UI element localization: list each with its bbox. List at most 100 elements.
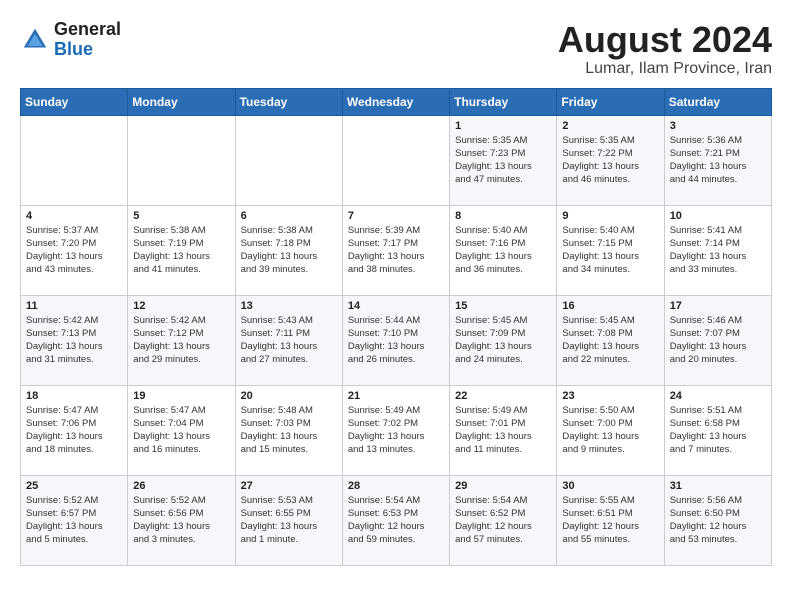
- day-number: 24: [670, 390, 766, 402]
- day-number: 14: [348, 300, 444, 312]
- cell-info-line: Sunrise: 5:53 AM: [241, 495, 313, 506]
- cell-info-line: Sunset: 7:11 PM: [241, 328, 311, 339]
- cell-info-line: Daylight: 13 hours: [455, 431, 532, 442]
- cell-info: Sunrise: 5:40 AMSunset: 7:16 PMDaylight:…: [455, 224, 551, 277]
- cell-info: Sunrise: 5:56 AMSunset: 6:50 PMDaylight:…: [670, 494, 766, 547]
- calendar-cell: 31 Sunrise: 5:56 AMSunset: 6:50 PMDayligh…: [664, 475, 771, 565]
- cell-info-line: Sunset: 7:01 PM: [455, 418, 525, 429]
- cell-info-line: Daylight: 13 hours: [26, 341, 103, 352]
- calendar-cell: 27Sunrise: 5:53 AMSunset: 6:55 PMDayligh…: [235, 475, 342, 565]
- calendar-cell: 23 Sunrise: 5:50 AMSunset: 7:00 PMDayligh…: [557, 385, 664, 475]
- page-header: General Blue August 2024 Lumar, Ilam Pro…: [20, 20, 772, 78]
- day-number: 25: [26, 480, 122, 492]
- day-number: 3: [670, 120, 766, 132]
- cell-info: Sunrise: 5:53 AMSunset: 6:55 PMDaylight:…: [241, 494, 337, 547]
- cell-info-line: and 43 minutes.: [26, 264, 94, 275]
- cell-info: Sunrise: 5:46 AMSunset: 7:07 PMDaylight:…: [670, 314, 766, 367]
- cell-info-line: Sunrise: 5:50 AM: [562, 405, 634, 416]
- calendar-week-2: 4Sunrise: 5:37 AMSunset: 7:20 PMDaylight…: [21, 205, 772, 295]
- cell-info-line: Sunrise: 5:47 AM: [133, 405, 205, 416]
- weekday-header-thursday: Thursday: [450, 88, 557, 115]
- calendar-cell: 9Sunrise: 5:40 AMSunset: 7:15 PMDaylight…: [557, 205, 664, 295]
- day-number: 13: [241, 300, 337, 312]
- cell-info: Sunrise: 5:52 AMSunset: 6:57 PMDaylight:…: [26, 494, 122, 547]
- weekday-header-tuesday: Tuesday: [235, 88, 342, 115]
- calendar-cell: 22 Sunrise: 5:49 AM Sunset: 7:01 PM Dayligh…: [450, 385, 557, 475]
- cell-info: Sunrise: 5:38 AMSunset: 7:19 PMDaylight:…: [133, 224, 229, 277]
- cell-info-line: Daylight: 13 hours: [562, 251, 639, 262]
- cell-info-line: Sunset: 7:12 PM: [133, 328, 203, 339]
- calendar-week-3: 11Sunrise: 5:42 AMSunset: 7:13 PMDayligh…: [21, 295, 772, 385]
- cell-info: Sunrise: 5:52 AMSunset: 6:56 PMDaylight:…: [133, 494, 229, 547]
- location-subtitle: Lumar, Ilam Province, Iran: [558, 60, 772, 78]
- calendar-week-4: 18Sunrise: 5:47 AMSunset: 7:06 PMDayligh…: [21, 385, 772, 475]
- cell-info-line: and 1 minute.: [241, 534, 299, 545]
- cell-info-line: Sunrise: 5:40 AM: [455, 225, 527, 236]
- calendar-cell: 7Sunrise: 5:39 AMSunset: 7:17 PMDaylight…: [342, 205, 449, 295]
- cell-info: Sunrise: 5:54 AMSunset: 6:52 PMDaylight:…: [455, 494, 551, 547]
- cell-info-line: Daylight: 13 hours: [348, 341, 425, 352]
- cell-info-line: Sunset: 7:03 PM: [241, 418, 311, 429]
- day-number: 31: [670, 480, 766, 492]
- cell-info-line: Sunrise: 5:52 AM: [26, 495, 98, 506]
- cell-info-line: Sunrise: 5:35 AM: [455, 135, 527, 146]
- cell-info: Sunrise: 5:42 AM Sunset: 7:12 PM Daylight:…: [133, 314, 229, 367]
- cell-info-line: Sunset: 6:57 PM: [26, 508, 96, 519]
- day-number: 16: [562, 300, 658, 312]
- day-number: 18: [26, 390, 122, 402]
- cell-info-line: and 59 minutes.: [348, 534, 416, 545]
- day-number: 22: [455, 390, 551, 402]
- cell-info-line: Sunrise: 5:39 AM: [348, 225, 420, 236]
- cell-info-line: and 27 minutes.: [241, 354, 309, 365]
- calendar-cell: [235, 115, 342, 205]
- day-number: 5: [133, 210, 229, 222]
- weekday-header-row: SundayMondayTuesdayWednesdayThursdayFrid…: [21, 88, 772, 115]
- cell-info: Sunrise: 5:45 AMSunset: 7:08 PMDaylight:…: [562, 314, 658, 367]
- calendar-cell: 24Sunrise: 5:51 AMSunset: 6:58 PMDayligh…: [664, 385, 771, 475]
- cell-info-line: Sunrise: 5:37 AM: [26, 225, 98, 236]
- cell-info-line: Daylight: 13 hours: [455, 161, 532, 172]
- cell-info-line: Sunrise: 5:48 AM: [241, 405, 313, 416]
- cell-info-line: Daylight: 13 hours: [670, 341, 747, 352]
- day-number: 8: [455, 210, 551, 222]
- cell-info: Sunrise: 5:50 AMSunset: 7:00 PMDaylight:…: [562, 404, 658, 457]
- calendar-week-5: 25 Sunrise: 5:52 AM Sunset: 6:57 PM Dayligh…: [21, 475, 772, 565]
- day-number: 21: [348, 390, 444, 402]
- cell-info: Sunrise: 5:54 AMSunset: 6:53 PMDaylight:…: [348, 494, 444, 547]
- calendar-cell: 18 Sunrise: 5:47 AMSunset: 7:06 PMDayligh…: [21, 385, 128, 475]
- cell-info-line: Sunset: 6:55 PM: [241, 508, 311, 519]
- cell-info: Sunrise: 5:38 AMSunset: 7:18 PMDaylight:…: [241, 224, 337, 277]
- cell-info-line: Sunrise: 5:49 AM: [455, 405, 527, 416]
- cell-info-line: Daylight: 13 hours: [133, 431, 210, 442]
- cell-info-line: Sunrise: 5:54 AM: [455, 495, 527, 506]
- calendar-cell: 10Sunrise: 5:41 AMSunset: 7:14 PMDayligh…: [664, 205, 771, 295]
- cell-info: Sunrise: 5:47 AMSunset: 7:06 PMDaylight:…: [26, 404, 122, 457]
- cell-info-line: Sunset: 7:06 PM: [26, 418, 96, 429]
- cell-info-line: Sunrise: 5:35 AM: [562, 135, 634, 146]
- cell-info-line: and 36 minutes.: [455, 264, 523, 275]
- cell-info-line: and 55 minutes.: [562, 534, 630, 545]
- cell-info-line: Sunset: 7:20 PM: [26, 238, 96, 249]
- cell-info-line: Sunset: 6:51 PM: [562, 508, 632, 519]
- day-number: 30: [562, 480, 658, 492]
- cell-info-line: Sunrise: 5:56 AM: [670, 495, 742, 506]
- day-number: 15: [455, 300, 551, 312]
- cell-info-line: and 18 minutes.: [26, 444, 94, 455]
- cell-info-line: Daylight: 12 hours: [455, 521, 532, 532]
- cell-info-line: Sunset: 7:08 PM: [562, 328, 632, 339]
- calendar-cell: 8 Sunrise: 5:40 AMSunset: 7:16 PMDaylight…: [450, 205, 557, 295]
- cell-info-line: Daylight: 13 hours: [133, 341, 210, 352]
- cell-info-line: Sunrise: 5:52 AM: [133, 495, 205, 506]
- day-number: 23: [562, 390, 658, 402]
- cell-info-line: Daylight: 13 hours: [348, 251, 425, 262]
- cell-info: Sunrise: 5:55 AMSunset: 6:51 PMDaylight:…: [562, 494, 658, 547]
- cell-info-line: and 41 minutes.: [133, 264, 201, 275]
- calendar-week-1: 1Sunrise: 5:35 AMSunset: 7:23 PMDaylight…: [21, 115, 772, 205]
- cell-info-line: Sunset: 7:19 PM: [133, 238, 203, 249]
- cell-info-line: and 20 minutes.: [670, 354, 738, 365]
- cell-info-line: Sunrise: 5:42 AM: [133, 315, 205, 326]
- day-number: 11: [26, 300, 122, 312]
- cell-info-line: and 16 minutes.: [133, 444, 201, 455]
- cell-info: Sunrise: 5:49 AM Sunset: 7:01 PM Daylight:…: [455, 404, 551, 457]
- cell-info-line: Daylight: 13 hours: [133, 521, 210, 532]
